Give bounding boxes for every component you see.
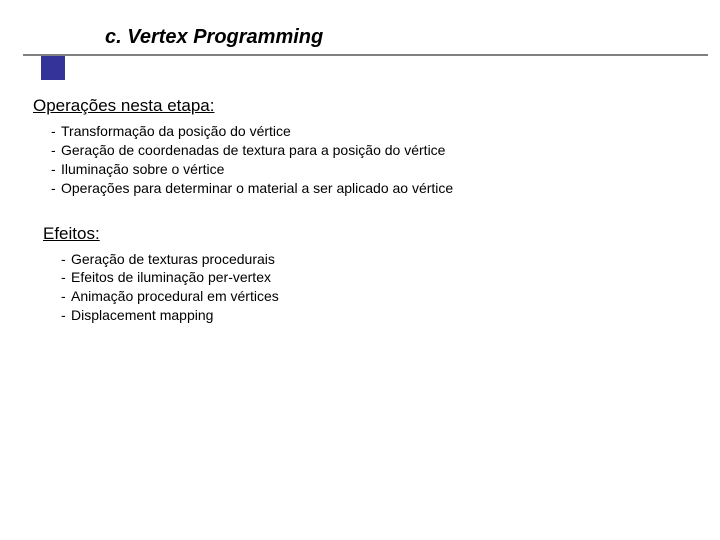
list-item-text: Geração de texturas procedurais <box>71 251 275 267</box>
slide-title: c. Vertex Programming <box>105 26 323 49</box>
list-item: -Iluminação sobre o vértice <box>51 160 680 179</box>
list-item-text: Transformação da posição do vértice <box>61 123 291 139</box>
effects-list: -Geração de texturas procedurais -Efeito… <box>61 250 680 326</box>
title-square-decoration <box>41 56 65 80</box>
list-item-text: Operações para determinar o material a s… <box>61 180 453 196</box>
list-item: -Efeitos de iluminação per-vertex <box>61 268 680 287</box>
list-item: -Operações para determinar o material a … <box>51 179 680 198</box>
list-item: -Geração de coordenadas de textura para … <box>51 141 680 160</box>
title-underline <box>23 54 708 56</box>
section-heading-operations: Operações nesta etapa: <box>33 96 680 116</box>
section-effects: Efeitos: -Geração de texturas procedurai… <box>43 224 680 326</box>
slide-content: Operações nesta etapa: -Transformação da… <box>33 96 680 351</box>
section-operations: Operações nesta etapa: -Transformação da… <box>33 96 680 198</box>
list-item: -Geração de texturas procedurais <box>61 250 680 269</box>
slide-title-block: c. Vertex Programming <box>23 26 708 64</box>
operations-list: -Transformação da posição do vértice -Ge… <box>51 122 680 198</box>
list-item-text: Efeitos de iluminação per-vertex <box>71 269 271 285</box>
list-item-text: Animação procedural em vértices <box>71 288 279 304</box>
list-item: -Animação procedural em vértices <box>61 287 680 306</box>
list-item: -Displacement mapping <box>61 306 680 325</box>
list-item: -Transformação da posição do vértice <box>51 122 680 141</box>
list-item-text: Geração de coordenadas de textura para a… <box>61 142 445 158</box>
section-heading-effects: Efeitos: <box>43 224 680 244</box>
list-item-text: Displacement mapping <box>71 307 213 323</box>
list-item-text: Iluminação sobre o vértice <box>61 161 224 177</box>
